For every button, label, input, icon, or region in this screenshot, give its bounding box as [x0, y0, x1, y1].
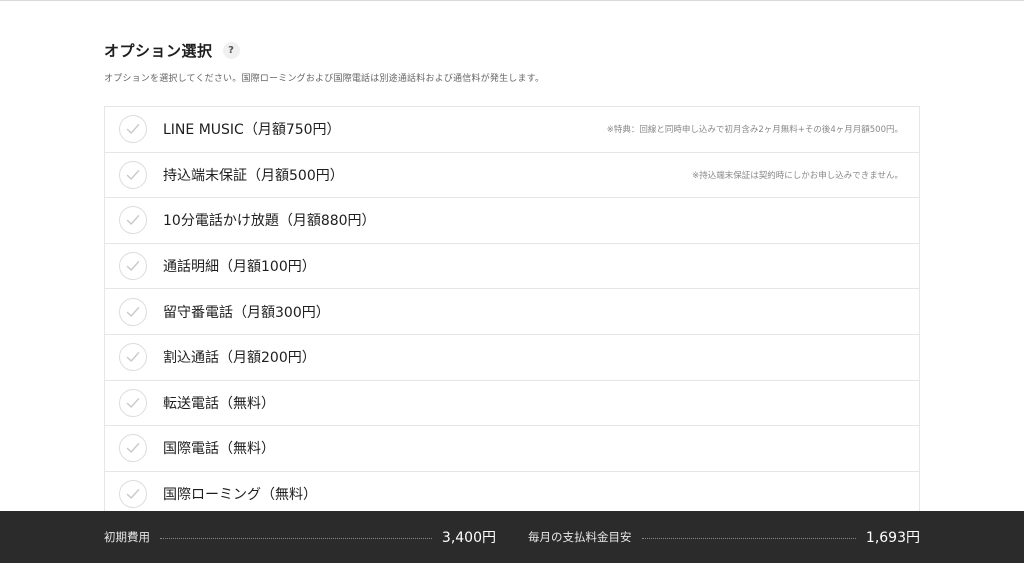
option-checkbox[interactable]: [119, 343, 147, 372]
check-icon: [126, 397, 140, 408]
top-divider: [0, 0, 1024, 1]
fee-footer: 初期費用 3,400円 毎月の支払料金目安 1,693円: [0, 511, 1024, 563]
option-checkbox[interactable]: [119, 160, 147, 189]
check-icon: [126, 352, 140, 362]
title-row: オプション選択 ?: [104, 40, 240, 60]
option-label: 転送電話（無料）: [163, 395, 275, 412]
option-label: 留守番電話（月額300円）: [163, 304, 330, 321]
monthly-fee-label: 毎月の支払料金目安: [528, 530, 632, 544]
option-row[interactable]: 割込通話（月額200円）: [105, 335, 919, 381]
initial-fee: 初期費用 3,400円: [104, 511, 496, 563]
check-icon: [126, 261, 140, 271]
dotted-leader: [160, 537, 432, 539]
option-checkbox[interactable]: [119, 480, 147, 509]
option-checkbox[interactable]: [119, 206, 147, 235]
option-checkbox[interactable]: [119, 252, 147, 281]
monthly-fee-value: 1,693円: [865, 530, 920, 546]
monthly-fee: 毎月の支払料金目安 1,693円: [528, 511, 920, 563]
option-row[interactable]: LINE MUSIC（月額750円） ※特典：回線と同時申し込みで初月含み2ヶ月無…: [105, 107, 919, 153]
option-label: 持込端末保証（月額500円）: [163, 167, 344, 184]
option-row[interactable]: 10分電話かけ放題（月額880円）: [105, 198, 919, 244]
option-row[interactable]: 国際電話（無料）: [105, 426, 919, 472]
option-label: 国際ローミング（無料）: [163, 487, 317, 504]
option-row[interactable]: 転送電話（無料）: [105, 381, 919, 427]
option-note: ※持込端末保証は契約時にしかお申し込みできません。: [692, 170, 903, 181]
check-icon: [126, 169, 140, 180]
check-icon: [126, 215, 140, 226]
option-list: LINE MUSIC（月額750円） ※特典：回線と同時申し込みで初月含み2ヶ月無…: [104, 106, 920, 518]
initial-fee-label: 初期費用: [104, 530, 150, 544]
option-label: 国際電話（無料）: [163, 441, 275, 458]
option-label: 割込通話（月額200円）: [163, 350, 316, 367]
section-title: オプション選択: [104, 41, 213, 60]
option-label: 通話明細（月額100円）: [163, 259, 316, 276]
option-label: 10分電話かけ放題（月額880円）: [163, 213, 376, 230]
option-note: ※特典：回線と同時申し込みで初月含み2ヶ月無料+その後4ヶ月月額500円。: [606, 125, 903, 136]
check-icon: [126, 489, 140, 499]
option-checkbox[interactable]: [119, 434, 147, 463]
dotted-leader: [641, 537, 856, 539]
section-description: オプションを選択してください。国際ローミングおよび国際電話は別途通話料および通信…: [104, 74, 545, 84]
check-icon: [126, 443, 140, 454]
option-row[interactable]: 留守番電話（月額300円）: [105, 289, 919, 335]
option-checkbox[interactable]: [119, 115, 147, 144]
option-label: LINE MUSIC（月額750円）: [163, 122, 341, 139]
option-checkbox[interactable]: [119, 297, 147, 326]
option-row[interactable]: 持込端末保証（月額500円） ※持込端末保証は契約時にしかお申し込みできません。: [105, 153, 919, 199]
option-row[interactable]: 通話明細（月額100円）: [105, 244, 919, 290]
check-icon: [126, 306, 140, 317]
initial-fee-value: 3,400円: [441, 530, 496, 546]
option-checkbox[interactable]: [119, 388, 147, 417]
help-question-icon[interactable]: ?: [222, 41, 240, 59]
check-icon: [126, 124, 140, 134]
